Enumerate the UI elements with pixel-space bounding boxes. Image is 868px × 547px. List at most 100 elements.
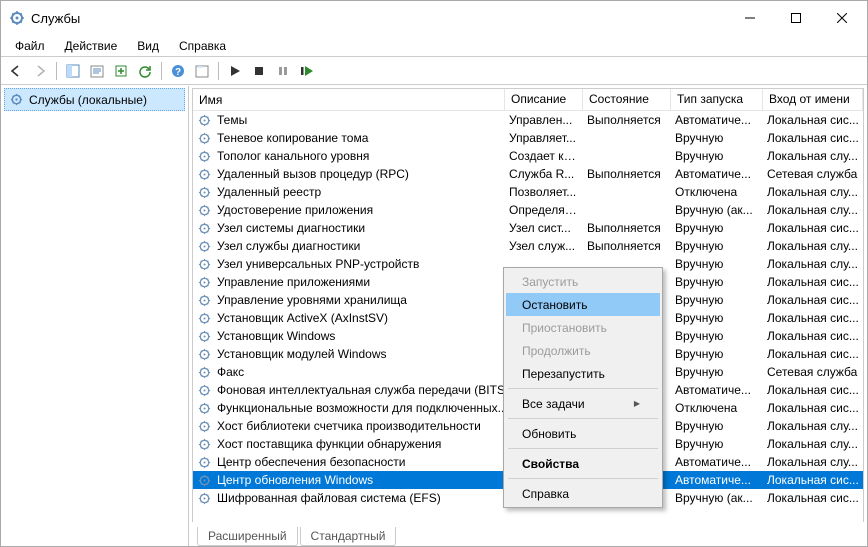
cm-properties[interactable]: Свойства [506, 452, 660, 475]
service-row[interactable]: Тополог канального уровняСоздает ка...Вр… [193, 147, 863, 165]
service-name: Узел универсальных PNP-устройств [217, 257, 419, 271]
service-startup: Автоматиче... [671, 113, 763, 127]
tab-standard[interactable]: Стандартный [300, 527, 397, 546]
restart-service-button[interactable] [296, 60, 318, 82]
service-name: Установщик Windows [217, 329, 335, 343]
cm-resume[interactable]: Продолжить [506, 339, 660, 362]
service-logon: Сетевая служба [763, 365, 863, 379]
cm-separator [508, 388, 658, 389]
service-logon: Локальная сис... [763, 491, 863, 505]
service-row[interactable]: Узел системы диагностики Узел сист...Выпо… [193, 219, 863, 237]
service-gear-icon [197, 131, 213, 146]
tree-pane: Службы (локальные) [1, 86, 189, 546]
service-startup: Вручную [671, 311, 763, 325]
col-logon[interactable]: Вход от имени [763, 89, 863, 111]
service-state: Выполняется [583, 113, 671, 127]
service-name: Управление приложениями [217, 275, 370, 289]
service-gear-icon [197, 473, 213, 488]
service-gear-icon [197, 401, 213, 416]
minimize-button[interactable] [727, 3, 773, 33]
service-startup: Вручную (ак... [671, 491, 763, 505]
refresh-button[interactable] [134, 60, 156, 82]
service-startup: Отключена [671, 185, 763, 199]
properties-button[interactable] [86, 60, 108, 82]
service-startup: Вручную [671, 437, 763, 451]
service-row[interactable]: ТемыУправлен...ВыполняетсяАвтоматиче...Л… [193, 111, 863, 129]
column-headers: Имя Описание Состояние Тип запуска Вход … [193, 89, 863, 111]
col-name[interactable]: Имя [193, 89, 505, 111]
service-desc: Узел сист... [505, 221, 583, 235]
service-name: Удаленный реестр [217, 185, 321, 199]
window-title: Службы [31, 11, 727, 26]
service-row[interactable]: Удостоверение приложенияОпределяе...Вруч… [193, 201, 863, 219]
service-logon: Локальная сис... [763, 311, 863, 325]
cm-pause[interactable]: Приостановить [506, 316, 660, 339]
service-name: Хост поставщика функции обнаружения [217, 437, 441, 451]
service-logon: Локальная слу... [763, 257, 863, 271]
service-name: Удаленный вызов процедур (RPC) [217, 167, 409, 181]
stop-service-button[interactable] [248, 60, 270, 82]
col-startup[interactable]: Тип запуска [671, 89, 763, 111]
pause-service-button[interactable] [272, 60, 294, 82]
service-gear-icon [197, 329, 213, 344]
service-row[interactable]: Узел службы диагностикиУзел служ...Выпол… [193, 237, 863, 255]
service-row[interactable]: Удаленный вызов процедур (RPC) Служба R..… [193, 165, 863, 183]
toolbar-separator [161, 62, 162, 80]
menu-help[interactable]: Справка [169, 37, 236, 55]
service-row[interactable]: Теневое копирование томаУправляет...Вруч… [193, 129, 863, 147]
service-gear-icon [197, 203, 213, 218]
service-logon: Локальная сис... [763, 329, 863, 343]
cm-start[interactable]: Запустить [506, 270, 660, 293]
back-button[interactable] [5, 60, 27, 82]
service-gear-icon [197, 491, 213, 506]
item-properties-button[interactable] [191, 60, 213, 82]
service-logon: Локальная сис... [763, 293, 863, 307]
service-startup: Вручную [671, 239, 763, 253]
service-desc: Служба R... [505, 167, 583, 181]
show-hide-tree-button[interactable] [62, 60, 84, 82]
services-icon [9, 92, 24, 107]
service-gear-icon [197, 149, 213, 164]
maximize-button[interactable] [773, 3, 819, 33]
service-state: Выполняется [583, 167, 671, 181]
forward-button[interactable] [29, 60, 51, 82]
service-desc: Позволяет... [505, 185, 583, 199]
toolbar-separator [218, 62, 219, 80]
export-button[interactable] [110, 60, 132, 82]
service-startup: Автоматиче... [671, 455, 763, 469]
service-name: Фоновая интеллектуальная служба передачи… [217, 383, 505, 397]
cm-help[interactable]: Справка [506, 482, 660, 505]
service-state: Выполняется [583, 221, 671, 235]
service-gear-icon [197, 275, 213, 290]
cm-stop[interactable]: Остановить [506, 293, 660, 316]
menu-action[interactable]: Действие [55, 37, 128, 55]
service-startup: Автоматиче... [671, 383, 763, 397]
service-desc: Управлен... [505, 113, 583, 127]
service-gear-icon [197, 221, 213, 236]
service-name: Узел системы диагностики [217, 221, 365, 235]
cm-all-tasks[interactable]: Все задачи [506, 392, 660, 415]
tree-root-services-local[interactable]: Службы (локальные) [4, 88, 185, 111]
service-row[interactable]: Удаленный реестрПозволяет...ОтключенаЛок… [193, 183, 863, 201]
service-state: Выполняется [583, 239, 671, 253]
menu-file[interactable]: Файл [5, 37, 55, 55]
service-logon: Локальная сис... [763, 473, 863, 487]
start-service-button[interactable] [224, 60, 246, 82]
tab-extended[interactable]: Расширенный [197, 527, 298, 546]
service-startup: Вручную [671, 275, 763, 289]
service-gear-icon [197, 167, 213, 182]
service-name: Установщик ActiveX (AxInstSV) [217, 311, 388, 325]
help-button[interactable]: ? [167, 60, 189, 82]
col-state[interactable]: Состояние [583, 89, 671, 111]
col-desc[interactable]: Описание [505, 89, 583, 111]
tabs-bar: Расширенный Стандартный [189, 525, 867, 546]
cm-refresh[interactable]: Обновить [506, 422, 660, 445]
service-gear-icon [197, 419, 213, 434]
service-gear-icon [197, 383, 213, 398]
service-logon: Локальная слу... [763, 239, 863, 253]
menu-view[interactable]: Вид [127, 37, 169, 55]
cm-restart[interactable]: Перезапустить [506, 362, 660, 385]
service-name: Установщик модулей Windows [217, 347, 386, 361]
service-logon: Локальная сис... [763, 347, 863, 361]
close-button[interactable] [819, 3, 865, 33]
